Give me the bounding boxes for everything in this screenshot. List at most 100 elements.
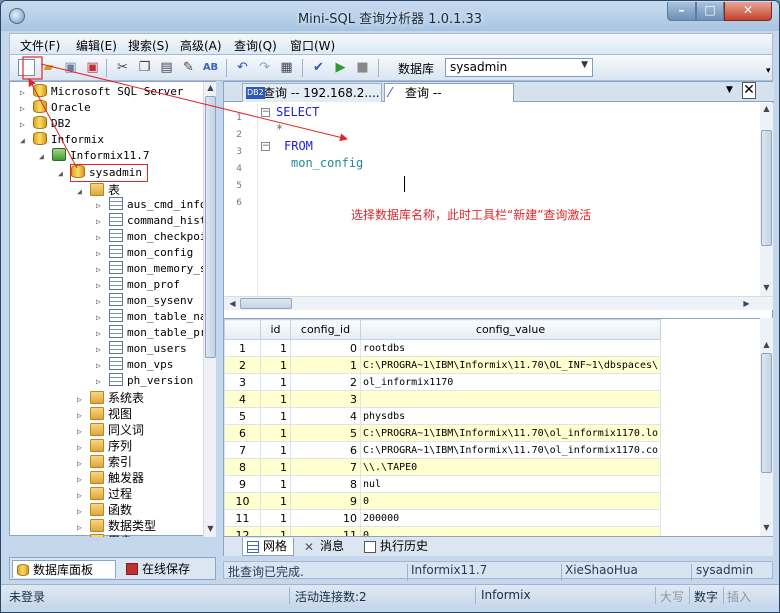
stop-icon[interactable]: ■ — [354, 59, 371, 76]
tree-folder[interactable]: ▷ 函数 — [77, 501, 132, 517]
table-row[interactable]: 413 — [224, 390, 661, 408]
table-row[interactable]: 2 1 1 C:\PROGRA~1\IBM\Informix\11.70\OL_INF… — [224, 356, 661, 374]
expand-icon[interactable]: ▷ — [77, 427, 87, 436]
expand-icon[interactable]: ▷ — [77, 443, 87, 452]
expand-icon[interactable]: ▷ — [96, 201, 106, 210]
column-header[interactable]: id — [260, 319, 291, 340]
column-header[interactable]: config_value — [360, 319, 661, 340]
tree-folder[interactable]: ▷ 同义词 — [77, 421, 144, 437]
tree-node-informix117[interactable]: ◢ Informix11.7 — [39, 148, 149, 164]
scroll-down-icon[interactable]: ▼ — [204, 524, 217, 533]
scroll-down-icon[interactable]: ▼ — [760, 283, 773, 292]
expand-icon[interactable]: ▷ — [96, 217, 106, 226]
expand-icon[interactable]: ▷ — [77, 459, 87, 468]
menu-search[interactable]: 搜索(S) — [128, 37, 169, 54]
scrollbar-thumb[interactable] — [761, 353, 772, 473]
view-icon[interactable]: ▦ — [278, 59, 295, 76]
undo-icon[interactable]: ↶ — [234, 59, 251, 76]
tree-folder[interactable]: ▷ 视图 — [77, 405, 132, 421]
tab-online-save[interactable]: 在线保存 — [122, 560, 210, 578]
editor-vertical-scrollbar[interactable]: ▲ ▼ — [760, 103, 773, 296]
table-row[interactable]: 1 1 0 rootdbs — [224, 339, 661, 357]
erase-icon[interactable]: ✎ — [180, 59, 197, 76]
cut-icon[interactable]: ✂ — [114, 59, 131, 76]
table-row[interactable]: 11 1 10 200000 — [224, 509, 661, 527]
menu-query[interactable]: 查询(Q) — [234, 37, 277, 54]
grid-vertical-scrollbar[interactable]: ▲ ▼ — [760, 318, 773, 536]
chevron-down-icon[interactable]: ▼ — [581, 60, 588, 70]
column-header[interactable]: config_id — [290, 319, 361, 340]
table-row[interactable]: 8 1 7 \\.\TAPE0 — [224, 458, 661, 476]
expand-icon[interactable]: ▷ — [20, 88, 30, 97]
tree-folder[interactable]: ▷ 过程 — [77, 485, 132, 501]
expand-icon[interactable]: ▷ — [96, 313, 106, 322]
save-icon[interactable]: ▣ — [62, 59, 79, 76]
expand-icon[interactable]: ▷ — [77, 475, 87, 484]
scroll-right-icon[interactable]: ▶ — [740, 299, 753, 308]
tree-folder[interactable]: ▷用户 — [77, 532, 132, 537]
tab-messages[interactable]: ✕ 消息 — [300, 538, 354, 556]
menu-advanced[interactable]: 高级(A) — [180, 37, 222, 54]
expand-icon[interactable]: ▷ — [77, 523, 87, 532]
tree-folder[interactable]: ▷ 数据类型 — [77, 517, 156, 533]
expand-icon[interactable]: ▷ — [96, 265, 106, 274]
scrollbar-thumb[interactable] — [205, 96, 216, 358]
tab-query-2[interactable]: ⁄查询 -- Informix11.... — [384, 83, 514, 118]
tree-scrollbar[interactable]: ▲ ▼ — [203, 82, 216, 537]
tree-folder[interactable]: ▷ 序列 — [77, 437, 132, 453]
fold-icon[interactable]: − — [261, 108, 270, 117]
tree-table[interactable]: ▷ mon_prof — [96, 277, 180, 293]
table-row[interactable]: 6 1 5 C:\PROGRA~1\IBM\Informix\11.70\ol_inf… — [224, 424, 661, 442]
table-row[interactable]: 7 1 6 C:\PROGRA~1\IBM\Informix\11.70\ol_inf… — [224, 441, 661, 459]
close-tab-icon[interactable]: ✕ — [742, 82, 756, 99]
tab-history[interactable]: 执行历史 — [360, 538, 436, 556]
copy-icon[interactable]: ❐ — [136, 59, 153, 76]
tree-table[interactable]: ▷ mon_sysenv — [96, 293, 193, 309]
tree-table[interactable]: ▷ command_hist — [96, 213, 203, 229]
table-row[interactable]: 9 1 8 nul — [224, 475, 661, 493]
new-query-icon[interactable] — [18, 59, 35, 76]
scroll-up-icon[interactable]: ▲ — [760, 340, 773, 349]
tree-node-mssql[interactable]: ▷ Microsoft SQL Server — [20, 84, 183, 100]
minimize-button[interactable]: – — [667, 2, 696, 21]
menu-window[interactable]: 窗口(W) — [290, 37, 335, 54]
scroll-up-icon[interactable]: ▲ — [760, 104, 773, 113]
scroll-left-icon[interactable]: ◀ — [226, 299, 239, 308]
tree-table[interactable]: ▷ mon_users — [96, 341, 187, 357]
scrollbar-thumb[interactable] — [761, 130, 772, 246]
tree-table[interactable]: ▷ mon_table_na — [96, 309, 203, 325]
collapse-icon[interactable]: ◢ — [77, 187, 87, 196]
execute-icon[interactable]: ▶ — [332, 59, 349, 76]
tab-database-panel[interactable]: 数据库面板 — [12, 560, 116, 578]
collapse-icon[interactable]: ◢ — [58, 169, 68, 178]
row-number-header[interactable] — [224, 319, 261, 340]
redo-icon[interactable]: ↷ — [256, 59, 273, 76]
expand-icon[interactable]: ▷ — [77, 395, 87, 404]
collapse-icon[interactable]: ◢ — [20, 136, 30, 145]
save-all-icon[interactable]: ▣ — [84, 59, 101, 76]
menu-file[interactable]: 文件(F) — [20, 37, 60, 54]
table-row[interactable]: 5 1 4 physdbs — [224, 407, 661, 425]
expand-icon[interactable]: ▷ — [96, 377, 106, 386]
collapse-icon[interactable]: ◢ — [39, 152, 49, 161]
sql-editor[interactable]: 1 2 3 4 5 6 − − SELECT * FROM mon_config… — [224, 103, 760, 296]
tree-table[interactable]: ▷ mon_memory_s — [96, 261, 203, 277]
check-syntax-icon[interactable]: ✔ — [310, 59, 327, 76]
table-row[interactable]: 3 1 2 ol_informix1170 — [224, 373, 661, 391]
expand-icon[interactable]: ▷ — [96, 281, 106, 290]
title-bar[interactable]: Mini-SQL 查询分析器 1.0.1.33 – □ ✕ — [1, 1, 779, 31]
tree-node-informix[interactable]: ◢ Informix — [20, 132, 104, 148]
expand-icon[interactable]: ▷ — [96, 329, 106, 338]
tree-node-tables[interactable]: ◢ 表 — [77, 181, 120, 197]
table-row[interactable]: 12 1 11 0 — [224, 526, 661, 536]
tab-grid[interactable]: 网格 — [242, 538, 294, 556]
tree-table[interactable]: ▷ aus_cmd_info — [96, 197, 203, 213]
scroll-up-icon[interactable]: ▲ — [204, 83, 217, 92]
tree-table[interactable]: ▷ mon_config — [96, 245, 193, 261]
scrollbar-thumb[interactable] — [240, 298, 292, 309]
menu-edit[interactable]: 编辑(E) — [76, 37, 117, 54]
tree-node-oracle[interactable]: ▷ Oracle — [20, 100, 91, 116]
tree-folder[interactable]: ▷ 索引 — [77, 453, 132, 469]
results-grid[interactable]: id config_id config_value 1 1 0 rootdbs 211… — [224, 318, 773, 536]
tab-query-1[interactable]: DB2 查询 -- 192.168.2.... — [242, 83, 382, 102]
